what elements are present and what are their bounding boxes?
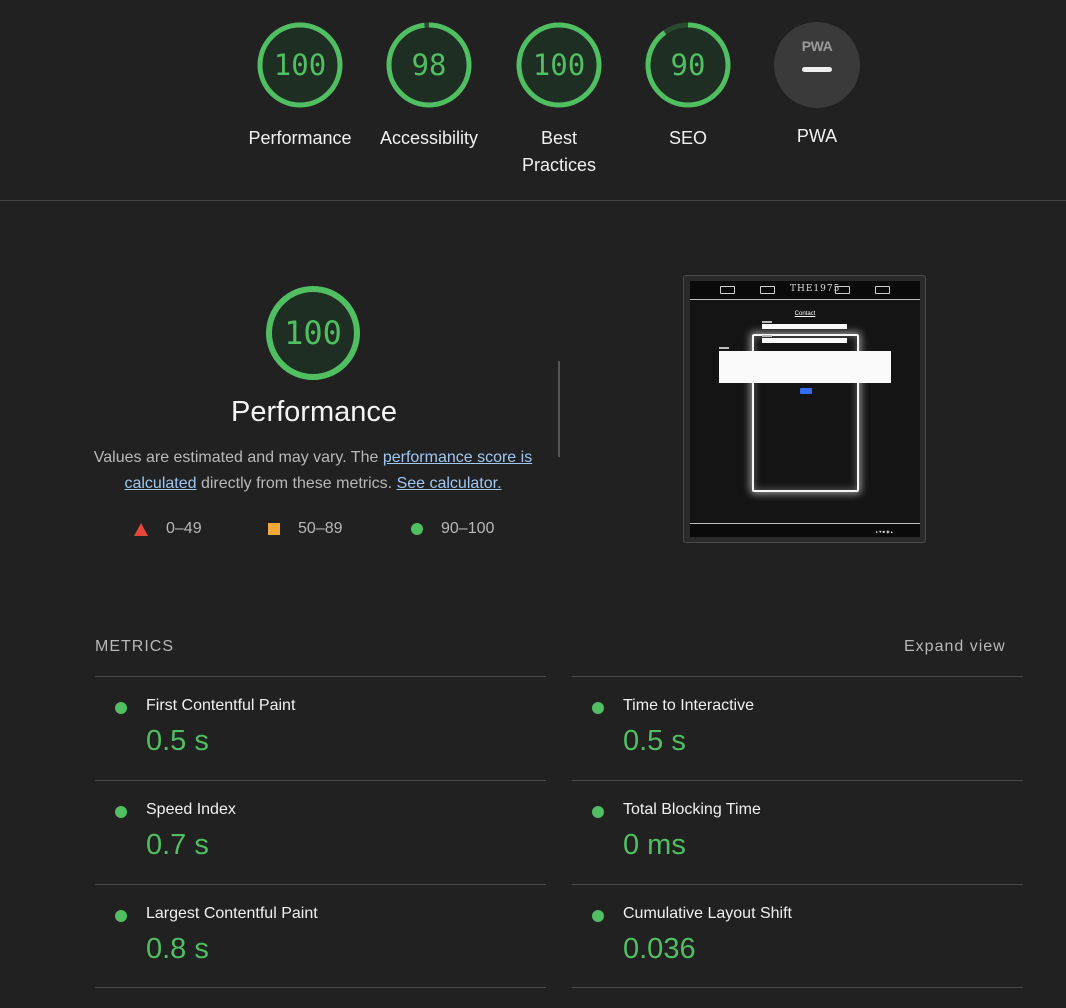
thumb-footer: ▸ ♥ ■ ◉ ▴ [690,523,920,537]
metric-time-to-interactive[interactable]: Time to Interactive 0.5 s [572,677,1022,781]
thumb-nav-button [875,286,890,294]
gauge-pwa[interactable]: PWA PWA [752,20,882,150]
thumb-nav-button [720,286,735,294]
legend-label: 0–49 [166,520,202,537]
metric-divider [95,987,546,988]
section-divider [0,200,1066,201]
thumb-input [762,338,847,343]
pwa-badge-text: PWA [801,38,833,54]
performance-gauge: 100 [264,284,362,382]
metric-title: Time to Interactive [623,697,755,714]
legend-label: 90–100 [441,520,495,537]
expand-view-toggle[interactable]: Expand view [904,638,1006,656]
performance-score: 100 [284,314,342,352]
metric-speed-index[interactable]: Speed Index 0.7 s [95,781,545,885]
thumb-label [762,321,772,323]
square-icon [268,523,280,535]
performance-description: Values are estimated and may vary. The p… [88,445,538,497]
metric-title: Speed Index [146,801,236,818]
pass-circle-icon [115,702,127,714]
gauge-score: 100 [532,48,586,82]
pass-circle-icon [592,806,604,818]
gauge-label: Best Practices [521,128,597,175]
metric-value: 0.036 [623,933,696,965]
metric-title: Total Blocking Time [623,801,761,818]
performance-title: Performance [230,396,397,428]
gauge-ring: 100 [255,20,345,110]
triangle-icon [134,522,148,536]
metric-value: 0.5 s [146,725,209,757]
metric-largest-contentful-paint[interactable]: Largest Contentful Paint 0.8 s [95,885,545,989]
gauge-ring: 90 [643,20,733,110]
thumb-logo: THE1975 [790,284,841,294]
metric-title: Largest Contentful Paint [146,905,318,922]
circle-icon [411,523,423,535]
thumb-submit-button [800,388,812,394]
pwa-badge-icon: PWA [774,22,860,108]
pass-circle-icon [115,910,127,922]
gauge-label: SEO [668,128,707,148]
final-screenshot[interactable]: THE1975 Contact ▸ ♥ ■ ◉ ▴ [683,275,926,543]
score-legend: 0–49 50–89 90–100 [0,520,600,544]
thumb-social-icons: ▸ ♥ ■ ◉ ▴ [876,529,893,534]
gauge-score: 100 [273,48,327,82]
metrics-heading: METRICS [95,638,174,655]
category-gauges: 100 Performance 98 Accessibility 100 Bes… [0,0,1066,200]
thumb-label [719,347,729,349]
pwa-dash-icon [802,67,832,72]
gauge-ring: 100 [514,20,604,110]
metric-value: 0.5 s [623,725,686,757]
legend-fail: 0–49 [134,520,202,538]
gauge-score: 98 [411,48,447,82]
metric-value: 0.7 s [146,829,209,861]
metric-divider [572,987,1023,988]
gauge-label: Accessibility [379,128,479,148]
metric-cumulative-layout-shift[interactable]: Cumulative Layout Shift 0.036 [572,885,1022,989]
metric-title: Cumulative Layout Shift [623,905,792,922]
thumb-input [762,324,847,329]
gauge-best-practices[interactable]: 100 Best Practices [494,20,624,179]
gauge-accessibility[interactable]: 98 Accessibility [364,20,494,152]
gauge-performance[interactable]: 100 Performance [235,20,365,152]
metric-value: 0.8 s [146,933,209,965]
thumb-page-title: Contact [794,311,816,317]
thumb-textarea [719,351,891,383]
gauge-label: Performance [248,128,352,148]
pass-circle-icon [592,702,604,714]
pass-circle-icon [592,910,604,922]
thumb-label [762,335,772,337]
screenshot-image: THE1975 Contact ▸ ♥ ■ ◉ ▴ [690,281,920,537]
metric-total-blocking-time[interactable]: Total Blocking Time 0 ms [572,781,1022,885]
gauge-seo[interactable]: 90 SEO [623,20,753,152]
legend-label: 50–89 [298,520,343,537]
gauge-label: PWA [796,126,838,146]
vertical-divider [558,361,560,457]
description-text: Values are estimated and may vary. The [93,449,383,466]
gauge-ring: 98 [384,20,474,110]
legend-average: 50–89 [268,520,343,538]
thumb-nav-button [835,286,850,294]
metric-value: 0 ms [623,829,686,861]
see-calculator-link[interactable]: See calculator. [397,475,502,492]
metric-title: First Contentful Paint [146,697,296,714]
legend-pass: 90–100 [411,520,494,538]
gauge-score: 90 [670,48,706,82]
metric-first-contentful-paint[interactable]: First Contentful Paint 0.5 s [95,677,545,781]
description-text: directly from these metrics. [196,475,397,492]
pass-circle-icon [115,806,127,818]
thumb-nav-button [760,286,775,294]
thumb-navbar: THE1975 [690,281,920,300]
